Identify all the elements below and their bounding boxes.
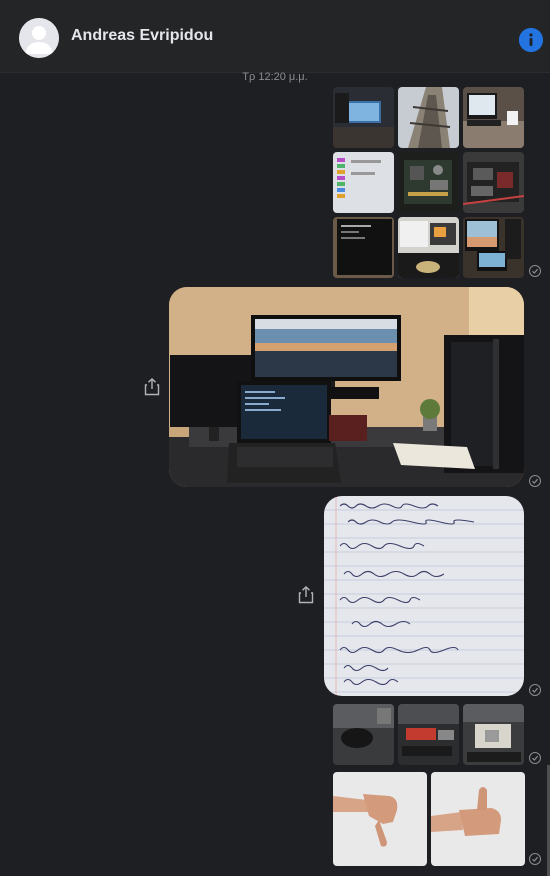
desk-setup-photo[interactable] [169,287,524,487]
message-timestamp: Τρ 12:20 μ.μ. [242,71,308,83]
default-avatar-icon[interactable] [19,18,59,58]
thumbs-up-photo[interactable] [431,772,525,866]
photo-tile[interactable] [463,217,524,278]
handwritten-notes-photo[interactable] [324,496,524,696]
seen-check-icon [529,752,541,764]
photo-tile[interactable] [463,87,524,148]
conversation-header: Andreas Evripidou [0,4,550,72]
photo-tile[interactable] [333,87,394,148]
photo-tile[interactable] [333,152,394,213]
photo-tile[interactable] [463,704,524,765]
info-icon[interactable] [519,28,543,52]
photo-tile[interactable] [463,152,524,213]
messenger-window: Andreas Evripidou Τρ 12:20 μ.μ. [0,0,550,876]
thumbs-down-photo[interactable] [333,772,427,866]
photo-tile[interactable] [333,704,394,765]
photo-tile[interactable] [398,152,459,213]
photo-tile[interactable] [398,217,459,278]
photo-tile[interactable] [398,87,459,148]
share-icon[interactable] [144,378,160,396]
photo-tile[interactable] [398,704,459,765]
seen-check-icon [529,684,541,696]
seen-check-icon [529,265,541,277]
seen-check-icon [529,853,541,865]
share-icon[interactable] [298,586,314,604]
seen-check-icon [529,475,541,487]
contact-name[interactable]: Andreas Evripidou [71,27,213,45]
photo-tile[interactable] [333,217,394,278]
